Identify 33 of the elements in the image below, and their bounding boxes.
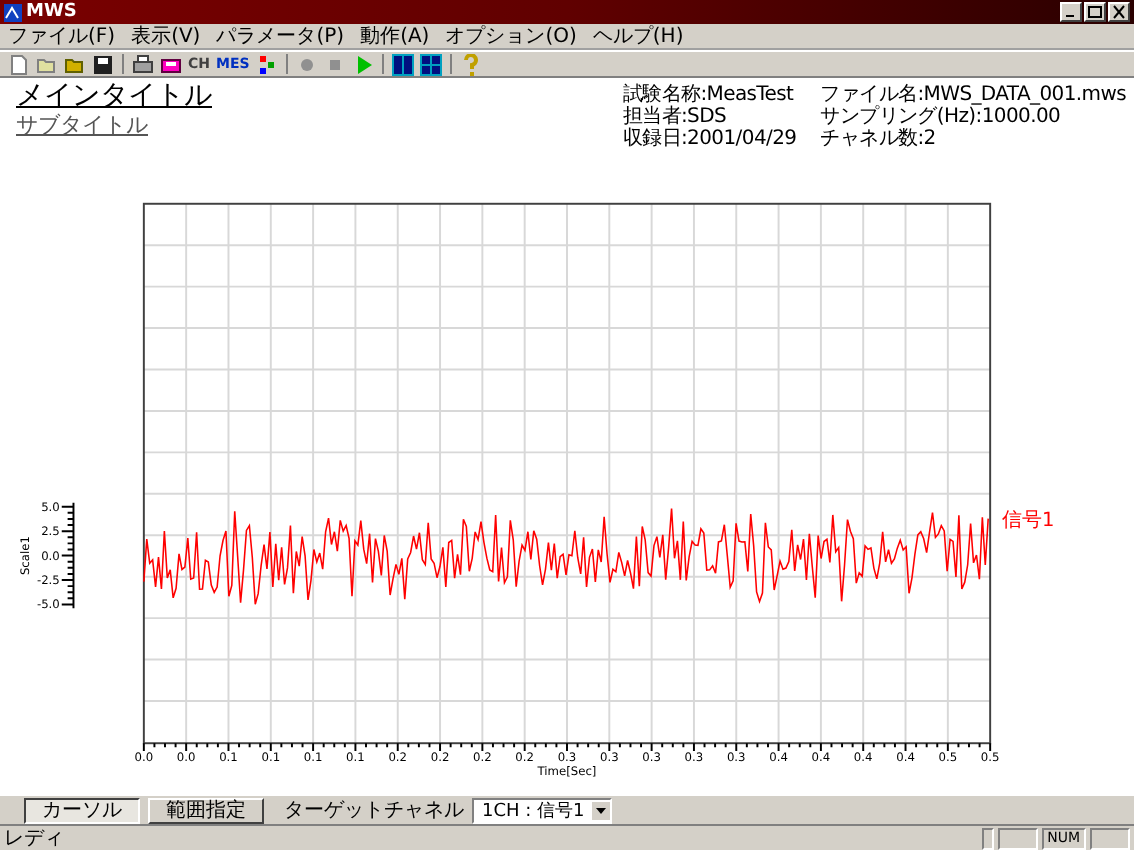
window-title: MWS [26, 2, 77, 22]
menu-item[interactable]: 表示(V) [131, 22, 201, 50]
status-text: レディ [4, 826, 64, 850]
info-text: 担当者:SDS [622, 106, 729, 128]
channel-dropdown[interactable]: 1CH : 信号1 [472, 797, 612, 823]
dropdown-arrow-icon[interactable] [592, 801, 610, 819]
menu-item[interactable]: ファイル(F) [8, 22, 116, 50]
close-icon[interactable] [1108, 2, 1130, 22]
maximize-icon[interactable] [1084, 2, 1106, 22]
sub-title: サブタイトル [16, 112, 150, 138]
target-channel-label: ターゲットチャネル [284, 798, 464, 824]
mode-button[interactable]: 範囲指定 [148, 797, 264, 823]
info-text: 収録日:2001/04/29 [622, 128, 797, 150]
app-icon [4, 3, 22, 21]
info-text: ファイル名:MWS_DATA_001.mws [820, 84, 1126, 106]
grid-icon[interactable] [419, 53, 442, 75]
columns-icon[interactable] [391, 53, 414, 75]
minimize-icon[interactable] [1060, 2, 1082, 22]
menu-item[interactable]: オプション(O) [445, 22, 577, 50]
info-text: サンプリング(Hz):1000.00 [820, 106, 1063, 128]
y-axis [60, 501, 75, 610]
menu-item[interactable]: 動作(A) [360, 22, 430, 50]
info-text: チャネル数:2 [820, 128, 938, 150]
info-text: 試験名称:MeasTest [622, 84, 796, 106]
card-icon[interactable] [160, 53, 182, 75]
channel-icon[interactable] [255, 53, 278, 75]
save-icon[interactable] [92, 53, 114, 75]
menu-item[interactable]: パラメータ(P) [216, 22, 345, 50]
menu-item[interactable]: ヘルプ(H) [592, 22, 684, 50]
legend-label: 信号1 [1001, 510, 1055, 533]
mode-button[interactable]: カーソル [24, 797, 140, 823]
main-title: メインタイトル [16, 82, 212, 112]
print-icon[interactable] [132, 53, 154, 75]
